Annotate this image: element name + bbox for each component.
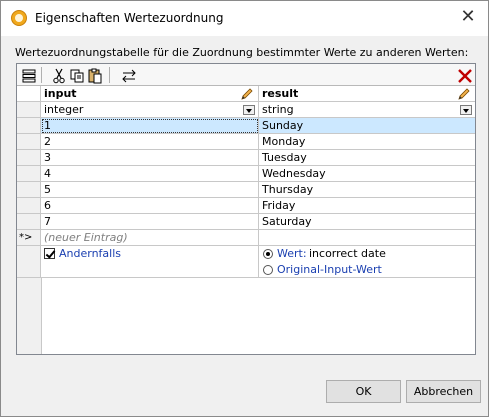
- otherwise-options: Wert: incorrect date Original-Input-Wert: [259, 246, 475, 278]
- result-cell[interactable]: Monday: [259, 134, 475, 150]
- value-radio[interactable]: [263, 249, 273, 259]
- row-header: [17, 246, 41, 278]
- result-cell[interactable]: Sunday: [259, 118, 475, 134]
- row-header-corner: [17, 86, 41, 102]
- row-header[interactable]: [17, 214, 41, 230]
- value-map-table: input result integer string 1 Sunday 2 M…: [16, 63, 476, 355]
- copy-icon[interactable]: [67, 66, 85, 84]
- table-row: 5 Thursday: [17, 182, 475, 198]
- input-cell[interactable]: 5: [41, 182, 259, 198]
- row-header[interactable]: [17, 198, 41, 214]
- column-header-input: input: [41, 86, 259, 102]
- table-toolbar: [17, 64, 475, 86]
- result-cell[interactable]: Thursday: [259, 182, 475, 198]
- otherwise-cell: Andernfalls: [41, 246, 259, 278]
- result-type-select[interactable]: string: [259, 102, 475, 118]
- column-header-result: result: [259, 86, 475, 102]
- app-logo-icon: [11, 10, 27, 26]
- otherwise-row: Andernfalls Wert: incorrect date Origina…: [17, 246, 475, 278]
- insert-row-icon[interactable]: [19, 66, 37, 84]
- input-cell[interactable]: 6: [41, 198, 259, 214]
- original-radio[interactable]: [263, 265, 273, 275]
- edit-pencil-icon[interactable]: [457, 87, 471, 101]
- result-cell[interactable]: Saturday: [259, 214, 475, 230]
- value-map-dialog: Eigenschaften Wertezuordnung ✕ Wertezuor…: [0, 0, 489, 417]
- row-header[interactable]: [17, 150, 41, 166]
- otherwise-checkbox[interactable]: [44, 248, 55, 259]
- table-row: 1 Sunday: [17, 118, 475, 134]
- description-label: Wertezuordnungstabelle für die Zuordnung…: [15, 46, 469, 59]
- swap-columns-icon[interactable]: [119, 66, 137, 84]
- option-value[interactable]: Wert: incorrect date: [259, 246, 475, 262]
- chevron-down-icon[interactable]: [460, 105, 472, 115]
- new-entry-row: *> (neuer Eintrag): [17, 230, 475, 246]
- cancel-button[interactable]: Abbrechen: [406, 380, 481, 403]
- result-cell[interactable]: Tuesday: [259, 150, 475, 166]
- row-header[interactable]: [17, 166, 41, 182]
- result-cell[interactable]: Wednesday: [259, 166, 475, 182]
- table-row: 2 Monday: [17, 134, 475, 150]
- chevron-down-icon[interactable]: [243, 105, 255, 115]
- table-row: 6 Friday: [17, 198, 475, 214]
- table-row: 7 Saturday: [17, 214, 475, 230]
- row-header[interactable]: [17, 118, 41, 134]
- row-header[interactable]: [17, 182, 41, 198]
- input-cell[interactable]: 2: [41, 134, 259, 150]
- table-type-row: integer string: [17, 102, 475, 118]
- input-cell[interactable]: 4: [41, 166, 259, 182]
- value-option-text[interactable]: incorrect date: [309, 246, 386, 261]
- type-value: string: [262, 103, 294, 116]
- ok-button[interactable]: OK: [326, 380, 401, 403]
- input-cell[interactable]: 3: [41, 150, 259, 166]
- column-header-label: input: [44, 87, 77, 100]
- delete-icon[interactable]: [455, 66, 473, 84]
- otherwise-label[interactable]: Andernfalls: [59, 246, 121, 261]
- row-header[interactable]: [17, 134, 41, 150]
- result-cell[interactable]: Friday: [259, 198, 475, 214]
- table-row: 3 Tuesday: [17, 150, 475, 166]
- table-header-row: input result: [17, 86, 475, 102]
- table-row: 4 Wednesday: [17, 166, 475, 182]
- original-option-label[interactable]: Original-Input-Wert: [277, 262, 382, 277]
- toolbar-separator: [41, 67, 42, 83]
- input-cell[interactable]: 7: [41, 214, 259, 230]
- title-bar: Eigenschaften Wertezuordnung ✕: [1, 1, 488, 36]
- type-value: integer: [44, 103, 84, 116]
- row-header: [17, 102, 41, 118]
- input-cell[interactable]: 1: [41, 118, 259, 134]
- cut-icon[interactable]: [49, 66, 67, 84]
- new-entry-cell[interactable]: (neuer Eintrag): [41, 230, 259, 246]
- option-original[interactable]: Original-Input-Wert: [259, 262, 475, 277]
- column-header-label: result: [262, 87, 299, 100]
- new-entry-marker: *>: [17, 230, 41, 246]
- edit-pencil-icon[interactable]: [240, 87, 254, 101]
- window-title: Eigenschaften Wertezuordnung: [35, 11, 224, 25]
- input-type-select[interactable]: integer: [41, 102, 259, 118]
- toolbar-separator: [109, 67, 110, 83]
- row-header-filler: [17, 278, 42, 354]
- new-entry-result-cell[interactable]: [259, 230, 475, 246]
- close-icon[interactable]: ✕: [458, 7, 478, 27]
- paste-icon[interactable]: [85, 66, 103, 84]
- value-option-label[interactable]: Wert:: [277, 246, 307, 261]
